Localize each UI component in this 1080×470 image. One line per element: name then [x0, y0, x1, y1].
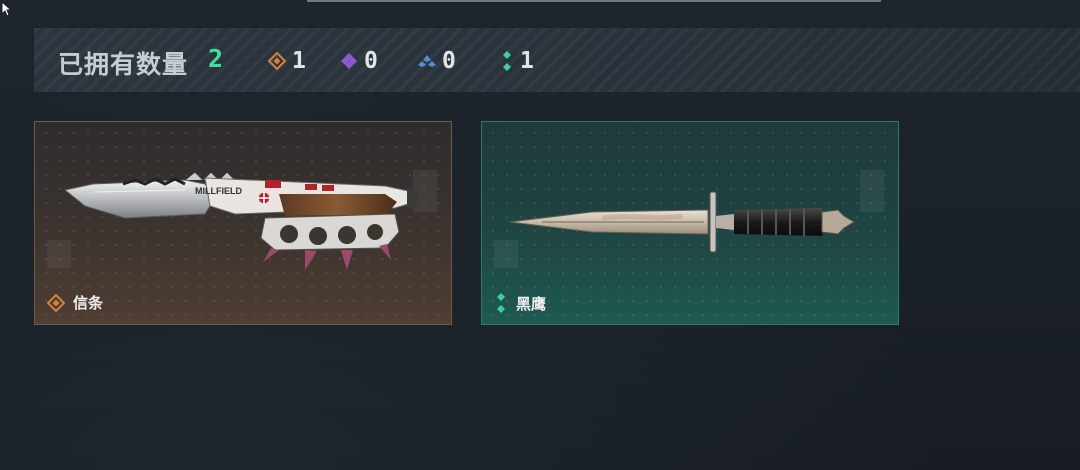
tally-blue: 0 — [418, 48, 456, 74]
item-card-creed[interactable]: MILLFIELD 信条 — [34, 121, 452, 325]
top-divider — [307, 0, 881, 2]
orange-diamond-icon — [268, 52, 286, 70]
mouse-cursor-icon — [1, 1, 13, 17]
item-label-black-hawk: 黑鹰 — [494, 292, 546, 314]
green-dots-icon — [503, 51, 511, 71]
tally-purple: 0 — [340, 48, 378, 74]
tally-blue-count: 0 — [442, 48, 456, 74]
purple-diamond-icon — [341, 53, 357, 69]
orange-diamond-icon — [47, 293, 65, 312]
tally-purple-count: 0 — [364, 48, 378, 74]
tally-orange: 1 — [268, 48, 306, 74]
tally-orange-count: 1 — [292, 48, 306, 74]
owned-count-bar: 已拥有数量 2 1 0 0 1 — [34, 28, 1080, 92]
item-label-creed: 信条 — [47, 292, 103, 313]
owned-count-label: 已拥有数量 — [58, 51, 189, 79]
owned-count-total: 2 — [208, 44, 224, 73]
engraving-text: MILLFIELD — [195, 186, 242, 196]
tally-green: 1 — [500, 48, 534, 74]
item-name: 黑鹰 — [516, 295, 547, 313]
tally-green-count: 1 — [520, 48, 534, 74]
blue-triangle-icon — [418, 55, 436, 67]
item-name: 信条 — [73, 295, 104, 312]
svg-text:MILLFIELD: MILLFIELD — [195, 186, 242, 196]
item-card-black-hawk[interactable]: 黑鹰 — [481, 121, 899, 325]
green-dots-icon — [497, 293, 505, 313]
skin-collection-page: 已拥有数量 2 1 0 0 1 MILLFIELD 信条 黑鹰 — [0, 0, 1080, 470]
